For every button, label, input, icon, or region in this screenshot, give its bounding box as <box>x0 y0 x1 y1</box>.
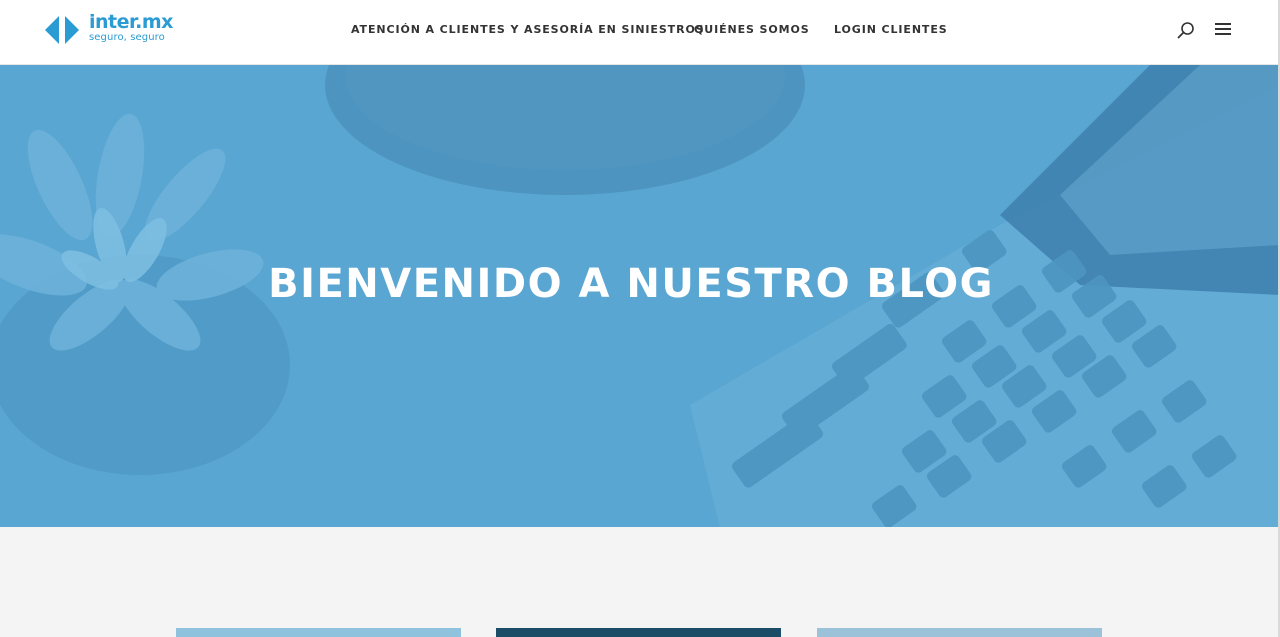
blog-post-thumbnail[interactable] <box>496 628 781 637</box>
brand-logo[interactable]: inter.mx seguro, seguro <box>45 13 175 47</box>
blog-post-thumbnail[interactable] <box>176 628 461 637</box>
hero-banner: BIENVENIDO A NUESTRO BLOG <box>0 65 1280 527</box>
brand-name: inter.mx <box>89 11 173 33</box>
blog-posts-section <box>0 527 1280 637</box>
logo-mark-icon <box>45 16 79 44</box>
search-icon[interactable] <box>1177 21 1195 39</box>
nav-item-atencion-clientes[interactable]: ATENCIÓN A CLIENTES Y ASESORÍA EN SINIES… <box>351 23 705 36</box>
site-header: inter.mx seguro, seguro ATENCIÓN A CLIEN… <box>0 0 1280 65</box>
brand-tagline: seguro, seguro <box>89 32 165 43</box>
hero-title: BIENVENIDO A NUESTRO BLOG <box>268 261 994 307</box>
logo-text: inter.mx seguro, seguro <box>89 13 173 43</box>
hamburger-menu-icon[interactable] <box>1214 21 1232 37</box>
nav-item-quienes-somos[interactable]: QUIÉNES SOMOS <box>694 23 810 36</box>
nav-item-login-clientes[interactable]: LOGIN CLIENTES <box>834 23 948 36</box>
blog-post-thumbnail[interactable] <box>817 628 1102 637</box>
